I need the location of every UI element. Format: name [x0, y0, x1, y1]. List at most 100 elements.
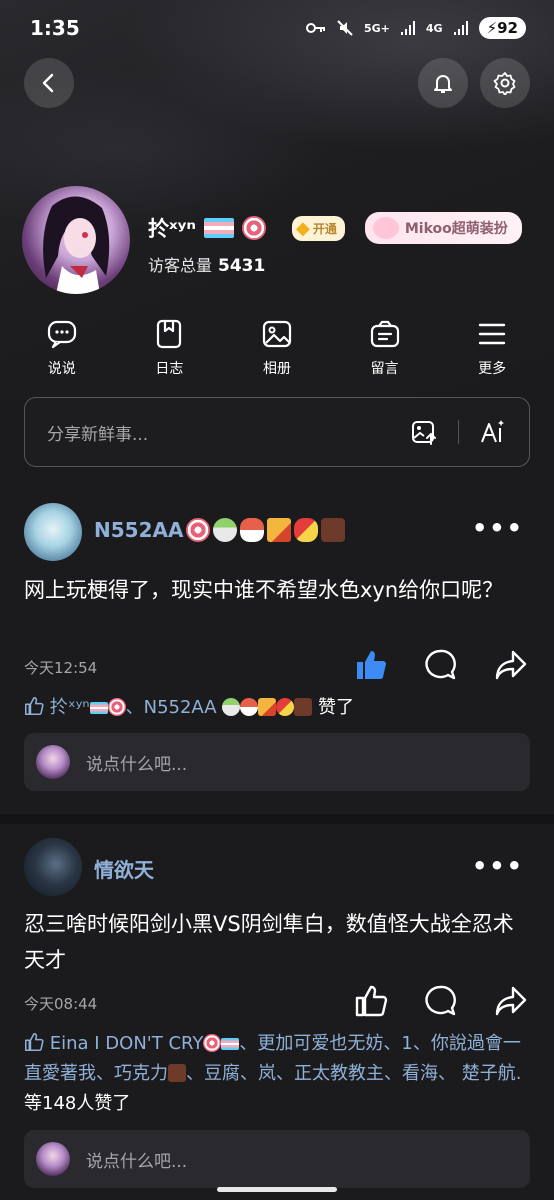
message-box-icon	[370, 320, 399, 348]
share-input[interactable]: 分享新鲜事...	[24, 397, 530, 467]
liker-name[interactable]: 扵ˣʸⁿ	[50, 697, 90, 718]
bookmark-icon	[157, 319, 182, 349]
pizza-icon	[258, 698, 277, 716]
comment-bubble-icon[interactable]	[424, 984, 458, 1018]
chocolate-icon	[321, 518, 346, 542]
image-upload-icon[interactable]	[410, 418, 438, 446]
sushi-icon	[240, 518, 265, 542]
diamond-icon: ◆	[296, 217, 310, 239]
post-author-name: 情欲天	[94, 858, 154, 882]
post-text: 忍三啥时候阳剑小黑VS阴剑隼白，数值怪大战全忍术天才	[24, 912, 514, 972]
trans-flag-icon	[89, 702, 108, 714]
status-time: 1:35	[30, 16, 80, 40]
home-gesture-bar[interactable]	[217, 1187, 337, 1192]
post-actions	[354, 984, 528, 1018]
post-divider	[0, 814, 554, 824]
share-placeholder: 分享新鲜事...	[47, 424, 149, 445]
feed-post: N552AA ••• 网上玩梗得了，现实中谁不希望水色xyn给你口呢？ 今天12…	[0, 500, 554, 800]
action-guestbook[interactable]: 留言	[345, 318, 425, 378]
mikoo-label: Mikoo超萌装扮	[404, 221, 508, 237]
commenter-avatar	[36, 1142, 70, 1176]
post-time: 今天08:44	[24, 995, 98, 1013]
like-thumb-filled-icon[interactable]	[354, 648, 388, 682]
battery-level: 92	[497, 19, 518, 37]
post-more-button[interactable]: •••	[472, 852, 524, 880]
image-icon	[262, 320, 292, 348]
like-outline-icon	[25, 1033, 44, 1051]
action-label: 说说	[47, 361, 76, 377]
profile-section: 扵ˣʸⁿ ◆ 开通 Mikoo超萌装扮 访客总量 5431	[22, 186, 542, 296]
vip-open-badge[interactable]: ◆ 开通	[292, 215, 345, 241]
action-diary[interactable]: 日志	[129, 318, 209, 378]
noodle-bowl-icon	[222, 698, 241, 716]
vip-open-label: 开通	[312, 221, 337, 236]
action-bar: 说说 日志 相册 留言 更多	[0, 318, 554, 378]
share-arrow-icon[interactable]	[494, 648, 528, 682]
username: 扵ˣʸⁿ	[148, 217, 196, 241]
narutomaki-icon	[186, 518, 211, 542]
network-5g-label: 5G+	[363, 21, 390, 35]
post-more-button[interactable]: •••	[472, 514, 524, 542]
action-label: 留言	[370, 361, 399, 377]
bell-icon	[434, 75, 452, 93]
post-author-avatar[interactable]	[24, 838, 82, 896]
liker-name[interactable]: N552AA	[144, 697, 217, 718]
visitors-label: 访客总量	[148, 256, 213, 275]
likes-suffix: 等148人赞了	[24, 1093, 131, 1114]
notifications-button[interactable]	[418, 58, 468, 108]
post-author-row[interactable]: 情欲天	[94, 854, 154, 883]
post-likes: 扵ˣʸⁿ 、N552AA 赞了	[24, 693, 530, 723]
action-label: 相册	[262, 361, 291, 377]
action-shuoshuo[interactable]: 说说	[22, 318, 102, 378]
visitor-count: 访客总量 5431	[148, 252, 265, 276]
action-label: 日志	[155, 361, 184, 377]
menu-icon	[478, 323, 506, 345]
post-text: 网上玩梗得了，现实中谁不希望水色xyn给你口呢？	[24, 578, 504, 602]
key-icon	[305, 23, 325, 33]
noodle-bowl-icon	[213, 518, 238, 542]
name-row: 扵ˣʸⁿ ◆ 开通 Mikoo超萌装扮	[148, 212, 522, 244]
comment-placeholder: 说点什么吧...	[86, 1151, 188, 1172]
action-album[interactable]: 相册	[237, 318, 317, 378]
settings-button[interactable]	[480, 58, 530, 108]
action-label: 更多	[478, 361, 507, 377]
liker-names[interactable]: Eina I DON'T CRY	[50, 1033, 204, 1054]
network-4g-label: 4G	[425, 21, 443, 35]
profile-avatar[interactable]	[22, 186, 130, 294]
chocolate-icon	[294, 698, 313, 716]
visitors-number: 5431	[218, 256, 266, 276]
pill-icon	[294, 518, 319, 542]
post-author-name: N552AA	[94, 518, 184, 542]
like-thumb-icon[interactable]	[354, 984, 388, 1018]
pill-icon	[276, 698, 295, 716]
action-more[interactable]: 更多	[452, 318, 532, 378]
back-button[interactable]	[24, 58, 74, 108]
feed-post: 情欲天 ••• 忍三啥时候阳剑小黑VS阴剑隼白，数值怪大战全忍术天才 今天08:…	[0, 838, 554, 1198]
likes-separator: 、	[125, 697, 144, 718]
comment-bubble-icon[interactable]	[424, 648, 458, 682]
post-author-row[interactable]: N552AA	[94, 518, 346, 542]
sushi-icon	[240, 698, 259, 716]
status-icons: 5G+ 4G ⚡92	[305, 17, 526, 39]
status-bar: 1:35 5G+ 4G ⚡92	[0, 0, 554, 56]
comment-input[interactable]: 说点什么吧...	[24, 1130, 530, 1188]
narutomaki-icon	[107, 698, 126, 716]
like-outline-icon	[25, 697, 44, 715]
liker-names-more[interactable]: 、豆腐、岚、正太教教主、看海、 楚子航.	[186, 1063, 521, 1084]
comment-placeholder: 说点什么吧...	[86, 754, 188, 775]
mikoo-decoration-badge[interactable]: Mikoo超萌装扮	[364, 212, 522, 244]
back-arrow-icon	[42, 73, 54, 93]
narutomaki-icon	[203, 1034, 222, 1052]
share-arrow-icon[interactable]	[494, 984, 528, 1018]
signal-icon-2	[453, 21, 468, 35]
trans-flag-icon	[221, 1038, 240, 1050]
pizza-icon	[267, 518, 292, 542]
post-author-avatar[interactable]	[24, 503, 82, 561]
signal-icon	[400, 21, 415, 35]
ai-magic-icon[interactable]	[479, 418, 507, 446]
chocolate-icon	[168, 1064, 186, 1082]
battery-indicator: ⚡92	[478, 17, 526, 39]
comment-input[interactable]: 说点什么吧...	[24, 733, 530, 791]
narutomaki-icon	[242, 216, 266, 240]
trans-flag-icon	[204, 218, 234, 238]
